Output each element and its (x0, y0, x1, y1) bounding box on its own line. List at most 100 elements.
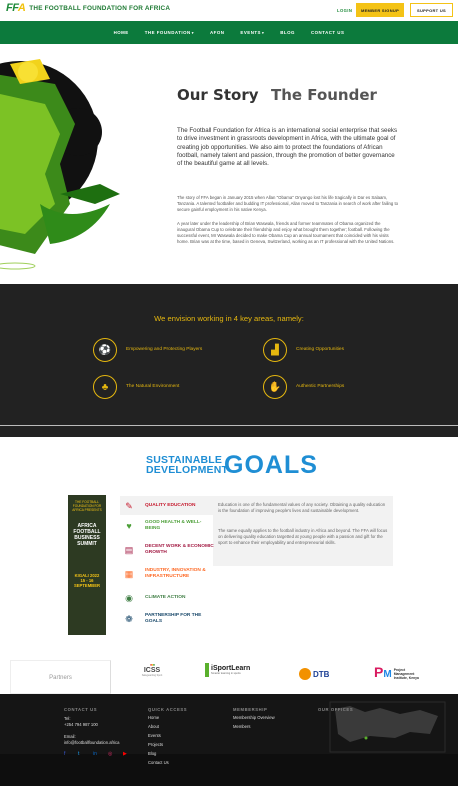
shield-player-icon: ⚽ (93, 338, 117, 362)
eye-globe-icon: ◉ (125, 592, 133, 603)
key-area-label: Empowering and Protecting Players (126, 346, 203, 352)
nav-contact-us-label: CONTACT US (310, 30, 345, 35)
goal-label: CLIMATE ACTION (145, 594, 186, 600)
twitter-icon[interactable]: t (78, 751, 79, 757)
partner-logo-dtb[interactable]: DTB (299, 668, 329, 680)
goal-good-health[interactable]: ♥ GOOD HEALTH & WELL-BEING (122, 519, 215, 533)
nav-events-label: EVENTS (240, 30, 261, 35)
cubes-icon: ▦ (124, 568, 134, 579)
bar-icon (205, 663, 209, 677)
goal-label: DECENT WORK & ECONOMIC GROWTH (145, 543, 214, 555)
member-signup-button[interactable]: MEMBER SIGNUP (356, 3, 404, 17)
poster-date: KIGALI 2022 15 - 16 SEPTEMBER (73, 573, 101, 588)
nav-home-label: HOME (113, 30, 129, 35)
footer-email[interactable]: info@footballfoundation.africa (64, 740, 119, 746)
chevron-down-icon: ▾ (191, 30, 194, 35)
rings-icon: ❁ (125, 613, 133, 624)
key-areas-heading: We envision working in 4 key areas, name… (154, 314, 304, 323)
pmi-mark-icon: PM (374, 664, 392, 680)
logo-mark: FFA (6, 2, 26, 14)
summit-poster[interactable]: THE FOOTBALL FOUNDATION FOR AFRICA PRESE… (68, 495, 106, 635)
partner-logo-isportlearn[interactable]: iSportLearn Smarter learning in sports (205, 663, 250, 677)
key-area-environment: ♣ The Natural Environment (93, 375, 206, 399)
poster-top-text: THE FOOTBALL FOUNDATION FOR AFRICA PRESE… (72, 500, 102, 512)
partner-name: ICSS (143, 667, 161, 674)
footer-link-membership-overview[interactable]: Membership Overview (233, 715, 275, 721)
book-icon: ✎ (125, 500, 133, 511)
heartbeat-icon: ♥ (126, 521, 132, 531)
goal-label: GOOD HEALTH & WELL-BEING (145, 519, 202, 531)
key-area-opportunities: ▟ Creating Opportunities (263, 338, 376, 362)
page: FFA THE FOOTBALL FOUNDATION FOR AFRICA L… (0, 0, 458, 786)
partner-name: Project Management Institute, Kenya (393, 667, 419, 680)
goal-label: INDUSTRY, INNOVATION & INFRASTRUCTURE (145, 567, 206, 579)
goal-description: Education is one of the fundamental valu… (218, 502, 386, 513)
footer-tel[interactable]: +254 794 987 100 (64, 722, 98, 728)
story-lead: The Football Foundation for Africa is an… (177, 127, 398, 168)
nav-the-foundation[interactable]: THE FOUNDATION ▾ (145, 30, 194, 35)
poster-title: AFRICA FOOTBALL BUSINESS SUMMIT (73, 523, 101, 547)
linkedin-icon[interactable]: in (93, 751, 97, 757)
top-bar: FFA THE FOOTBALL FOUNDATION FOR AFRICA L… (0, 0, 458, 20)
story-paragraph: A year later under the leadership of Bri… (177, 221, 395, 244)
nav-blog[interactable]: BLOG (280, 30, 295, 35)
partners-label: Partners (49, 675, 72, 681)
partner-logo-pmi[interactable]: PM Project Management Institute, Kenya (374, 665, 420, 682)
nav-afon-label: AFON (209, 30, 225, 35)
section-divider (0, 425, 458, 426)
login-link[interactable]: LOGIN (337, 8, 352, 13)
football-africa-art (0, 59, 120, 270)
goal-quality-education[interactable]: ✎ QUALITY EDUCATION (122, 499, 215, 513)
footer-contact-heading: CONTACT US (64, 707, 98, 712)
goal-climate-action[interactable]: ◉ CLIMATE ACTION (122, 591, 215, 605)
key-areas-section (0, 284, 458, 437)
main-nav: HOME THE FOUNDATION ▾ AFON EVENTS ▾ BLOG C… (0, 21, 458, 44)
goal-decent-work[interactable]: ▤ DECENT WORK & ECONOMIC GROWTH (122, 543, 215, 557)
tab-our-story[interactable]: Our Story (177, 86, 259, 104)
footer-link-members[interactable]: Members (233, 724, 250, 730)
footer-link-about[interactable]: About (148, 724, 159, 730)
footer-link-home[interactable]: Home (148, 715, 159, 721)
footer-link-events[interactable]: Events (148, 733, 161, 739)
tab-the-founder[interactable]: The Founder (271, 86, 377, 104)
nav-the-foundation-label: THE FOUNDATION (144, 30, 191, 35)
key-area-label: Creating Opportunities (296, 346, 344, 352)
dtb-mark-icon (299, 668, 311, 680)
footer-membership-heading: MEMBERSHIP (233, 707, 268, 712)
nav-afon[interactable]: AFON (210, 30, 224, 35)
sdg-title: SUSTAINABLE DEVELOPMENT (146, 455, 228, 476)
key-area-label: The Natural Environment (126, 383, 180, 389)
nav-home[interactable]: HOME (114, 30, 129, 35)
partner-tagline: Safeguarding Sport (141, 674, 163, 677)
plant-icon: ♣ (93, 375, 117, 399)
partner-name: iSportLearn (211, 665, 251, 672)
facebook-icon[interactable]: f (64, 751, 65, 757)
partner-tagline: Smarter learning in sports (211, 672, 241, 675)
key-area-label: Authentic Partnerships (296, 383, 345, 389)
nav-contact-us[interactable]: CONTACT US (311, 30, 344, 35)
goal-label: QUALITY EDUCATION (145, 502, 196, 508)
instagram-icon[interactable]: ◎ (108, 751, 112, 757)
goal-partnership[interactable]: ❁ PARTNERSHIP FOR THE GOALS (122, 612, 215, 626)
key-area-empowering: ⚽ Empowering and Protecting Players (93, 338, 206, 362)
goal-industry[interactable]: ▦ INDUSTRY, INNOVATION & INFRASTRUCTURE (122, 567, 215, 581)
footer-quick-heading: QUICK ACCESS (148, 707, 188, 712)
story-paragraph: The story of FFA began in January 2015 w… (177, 195, 399, 212)
footer-link-contact[interactable]: Contact Us (148, 760, 169, 766)
partner-logo-icss[interactable]: ●●● ICSS Safeguarding Sport (139, 662, 165, 677)
logo-name: THE FOOTBALL FOUNDATION FOR AFRICA (29, 4, 171, 12)
handshake-icon: ✋ (263, 375, 287, 399)
footer-link-blog[interactable]: Blog (148, 751, 156, 757)
site-logo[interactable]: FFA THE FOOTBALL FOUNDATION FOR AFRICA (6, 2, 170, 14)
goal-label: PARTNERSHIP FOR THE GOALS (145, 612, 202, 624)
growth-icon: ▤ (124, 544, 134, 555)
youtube-icon[interactable]: ▶ (123, 751, 127, 757)
nav-blog-label: BLOG (280, 30, 295, 35)
chart-growth-icon: ▟ (263, 338, 287, 362)
footer-link-projects[interactable]: Projects (148, 742, 163, 748)
chevron-down-icon: ▾ (262, 30, 265, 35)
support-us-button[interactable]: SUPPORT US (410, 3, 453, 17)
goal-description: The same equally applies to the football… (218, 528, 388, 545)
key-area-partnerships: ✋ Authentic Partnerships (263, 375, 376, 399)
nav-events[interactable]: EVENTS ▾ (240, 30, 264, 35)
